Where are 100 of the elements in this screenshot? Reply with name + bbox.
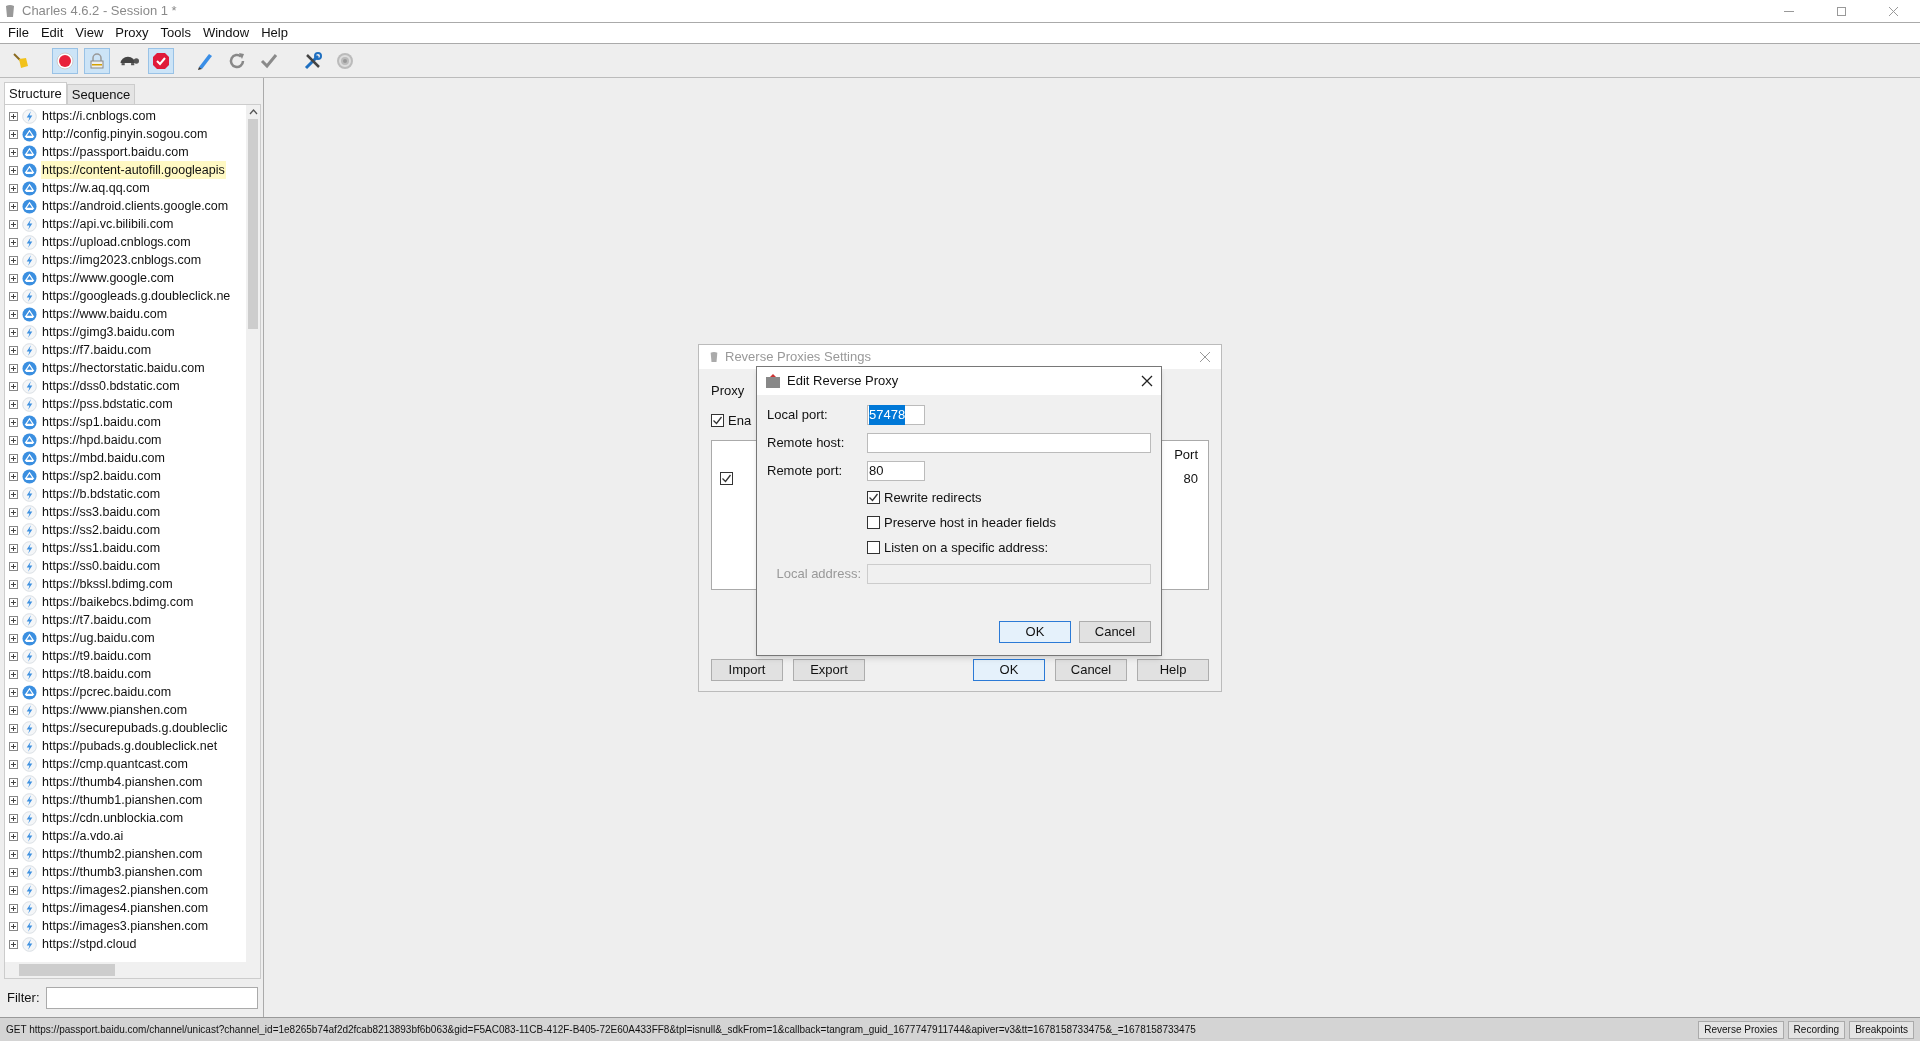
expand-icon[interactable] [9, 741, 18, 751]
host-item[interactable]: https://thumb4.pianshen.com [41, 772, 204, 792]
host-item[interactable]: https://baikebcs.bdimg.com [41, 592, 195, 612]
expand-icon[interactable] [9, 471, 18, 481]
filter-field[interactable] [45, 987, 258, 1009]
checkbox[interactable] [867, 541, 880, 554]
expand-icon[interactable] [9, 885, 18, 895]
host-item[interactable]: https://ss2.baidu.com [41, 520, 162, 540]
expand-icon[interactable] [9, 651, 18, 661]
expand-icon[interactable] [9, 759, 18, 769]
host-item[interactable]: https://www.google.com [41, 268, 175, 288]
host-item[interactable]: https://sp1.baidu.com [41, 412, 162, 432]
host-item[interactable]: https://sp2.baidu.com [41, 466, 162, 486]
tab[interactable]: Sequence [66, 84, 136, 104]
expand-icon[interactable] [9, 327, 18, 337]
menu-item[interactable]: Edit [35, 23, 69, 43]
expand-icon[interactable] [9, 147, 18, 157]
host-item[interactable]: https://t8.baidu.com [41, 664, 153, 684]
host-item[interactable]: https://content-autofill.googleapis [41, 160, 226, 180]
host-item[interactable]: https://ss1.baidu.com [41, 538, 162, 558]
expand-icon[interactable] [9, 705, 18, 715]
expand-icon[interactable] [9, 381, 18, 391]
close-icon[interactable] [1141, 375, 1153, 387]
expand-icon[interactable] [9, 273, 18, 283]
expand-icon[interactable] [9, 615, 18, 625]
expand-icon[interactable] [9, 309, 18, 319]
expand-icon[interactable] [9, 111, 18, 121]
expand-icon[interactable] [9, 813, 18, 823]
menu-item[interactable]: Window [197, 23, 255, 43]
expand-icon[interactable] [9, 507, 18, 517]
dialog-button[interactable]: OK [973, 659, 1045, 681]
checkbox[interactable] [867, 491, 880, 504]
expand-icon[interactable] [9, 561, 18, 571]
host-item[interactable]: https://googleads.g.doubleclick.ne [41, 286, 232, 306]
expand-icon[interactable] [9, 183, 18, 193]
toolbar-button[interactable] [148, 47, 174, 74]
input-field[interactable]: 80 [867, 461, 925, 481]
host-item[interactable]: https://images3.pianshen.com [41, 916, 210, 936]
host-item[interactable]: https://a.vdo.ai [41, 826, 125, 846]
tab[interactable]: Structure [4, 82, 67, 104]
scrollbar[interactable] [246, 105, 260, 962]
expand-icon[interactable] [9, 669, 18, 679]
expand-icon[interactable] [9, 345, 18, 355]
expand-icon[interactable] [9, 417, 18, 427]
expand-icon[interactable] [9, 453, 18, 463]
expand-icon[interactable] [9, 435, 18, 445]
menu-item[interactable]: Tools [155, 23, 196, 43]
host-item[interactable]: https://f7.baidu.com [41, 340, 153, 360]
host-item[interactable]: https://android.clients.google.com [41, 196, 230, 216]
expand-icon[interactable] [9, 867, 18, 877]
host-item[interactable]: https://thumb2.pianshen.com [41, 844, 204, 864]
horizontal-scrollbar[interactable] [5, 962, 260, 978]
expand-icon[interactable] [9, 363, 18, 373]
menu-item[interactable]: File [3, 23, 34, 43]
host-item[interactable]: https://dss0.bdstatic.com [41, 376, 181, 396]
host-item[interactable]: https://gimg3.baidu.com [41, 322, 176, 342]
host-item[interactable]: https://cdn.unblockia.com [41, 808, 185, 828]
host-item[interactable]: https://cmp.quantcast.com [41, 754, 189, 774]
expand-icon[interactable] [9, 291, 18, 301]
expand-icon[interactable] [9, 525, 18, 535]
expand-icon[interactable] [9, 399, 18, 409]
checkbox[interactable] [711, 413, 724, 427]
host-item[interactable]: https://pss.bdstatic.com [41, 394, 174, 414]
dialog-button[interactable]: Cancel [1055, 659, 1127, 681]
scrollbar-thumb[interactable] [19, 964, 115, 976]
expand-icon[interactable] [9, 777, 18, 787]
dialog-button[interactable]: OK [999, 621, 1071, 643]
expand-icon[interactable] [9, 201, 18, 211]
toolbar-button[interactable] [52, 47, 78, 74]
host-item[interactable]: https://images2.pianshen.com [41, 880, 210, 900]
host-item[interactable]: https://pubads.g.doubleclick.net [41, 736, 219, 756]
expand-icon[interactable] [9, 633, 18, 643]
expand-icon[interactable] [9, 579, 18, 589]
host-item[interactable]: https://www.pianshen.com [41, 700, 189, 720]
menu-item[interactable]: Proxy [110, 23, 154, 43]
menu-item[interactable]: View [70, 23, 109, 43]
host-item[interactable]: https://img2023.cnblogs.com [41, 250, 203, 270]
host-item[interactable]: https://www.baidu.com [41, 304, 169, 324]
host-item[interactable]: https://w.aq.qq.com [41, 178, 151, 198]
expand-icon[interactable] [9, 129, 18, 139]
host-item[interactable]: http://config.pinyin.sogou.com [41, 124, 209, 144]
status-button[interactable]: Reverse Proxies [1698, 1020, 1784, 1039]
host-item[interactable]: https://hectorstatic.baidu.com [41, 358, 206, 378]
expand-icon[interactable] [9, 219, 18, 229]
host-item[interactable]: https://i.cnblogs.com [41, 106, 157, 126]
input-field[interactable] [867, 433, 1151, 453]
host-item[interactable]: https://ss0.baidu.com [41, 556, 162, 576]
input-field[interactable]: 57478 [867, 405, 925, 425]
scroll-up-icon[interactable] [248, 109, 258, 115]
host-item[interactable]: https://mbd.baidu.com [41, 448, 166, 468]
host-item[interactable]: https://t9.baidu.com [41, 646, 153, 666]
host-item[interactable]: https://b.bdstatic.com [41, 484, 162, 504]
expand-icon[interactable] [9, 543, 18, 553]
dialog-button[interactable]: Export [793, 659, 865, 681]
expand-icon[interactable] [9, 489, 18, 499]
checkbox[interactable] [720, 472, 733, 486]
checkbox[interactable] [867, 516, 880, 529]
expand-icon[interactable] [9, 903, 18, 913]
menu-item[interactable]: Help [256, 23, 293, 43]
status-button[interactable]: Breakpoints [1849, 1020, 1914, 1039]
